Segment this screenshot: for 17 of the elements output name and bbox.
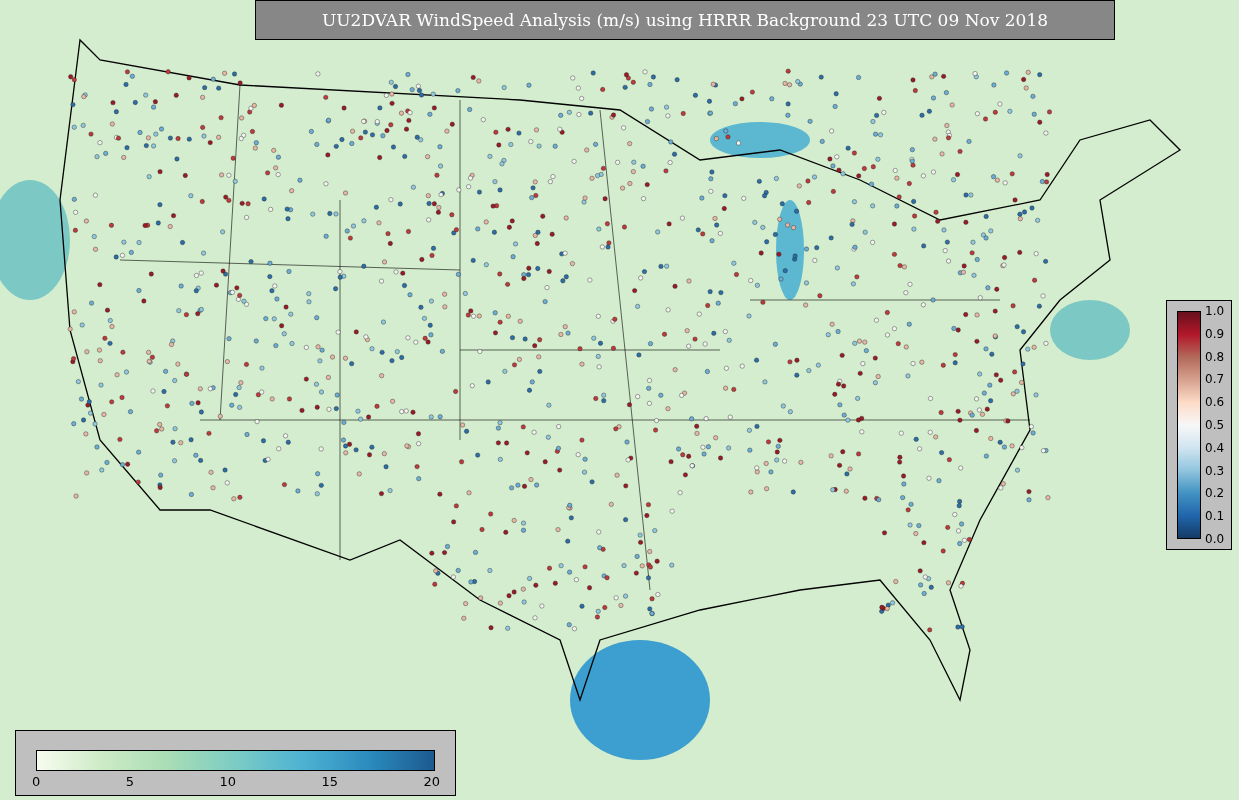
tick-label: 5 bbox=[125, 774, 134, 789]
tick-label: 0.0 bbox=[1205, 531, 1225, 546]
map-title: UU2DVAR WindSpeed Analysis (m/s) using HRRR Background 23 UTC 09 Nov 2018 bbox=[255, 0, 1115, 40]
tick-label: 20 bbox=[423, 774, 440, 789]
tick-label: 0.9 bbox=[1205, 326, 1225, 341]
tick-label: 0.2 bbox=[1205, 486, 1225, 501]
tick-label: 0.8 bbox=[1205, 349, 1225, 364]
tick-label: 0.7 bbox=[1205, 372, 1225, 387]
tick-label: 0.5 bbox=[1205, 418, 1225, 432]
tick-label: 15 bbox=[321, 774, 338, 789]
tick-label: 0.3 bbox=[1205, 463, 1225, 478]
tick-label: 1.0 bbox=[1205, 304, 1225, 318]
tick-label: 0.1 bbox=[1205, 509, 1225, 524]
tick-label: 0.4 bbox=[1205, 440, 1225, 455]
tick-label: 0 bbox=[32, 774, 41, 789]
tick-label: 0.6 bbox=[1205, 395, 1225, 410]
tick-label: 10 bbox=[219, 774, 236, 789]
